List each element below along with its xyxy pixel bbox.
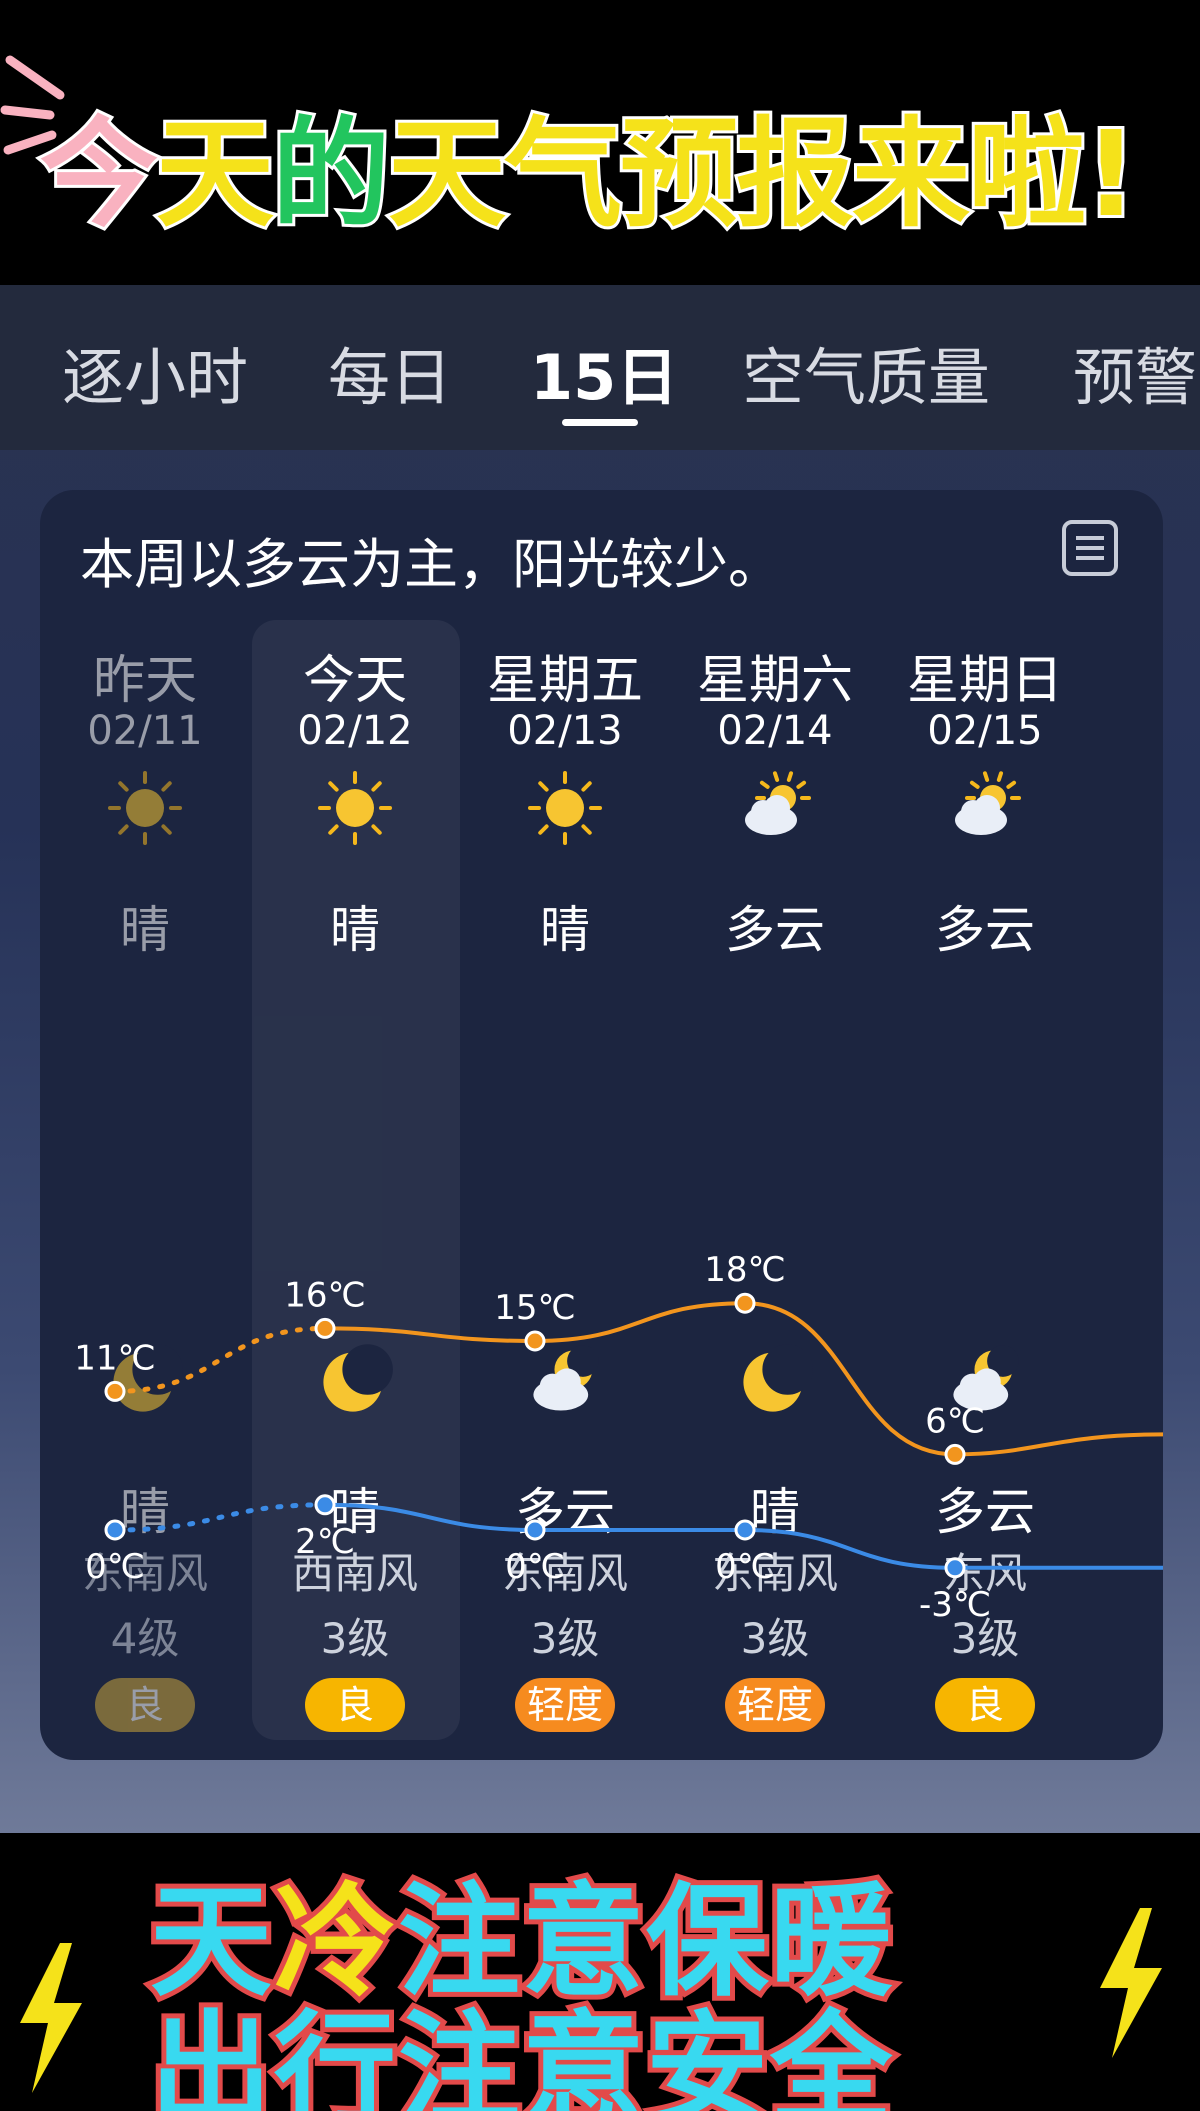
headline-char: ! bbox=[1081, 102, 1141, 246]
headline-char: 啦 bbox=[965, 102, 1089, 246]
high-temp-label: 6℃ bbox=[925, 1401, 985, 1441]
high-temp-point bbox=[734, 1292, 756, 1314]
slogan-char: 安 bbox=[641, 1994, 773, 2111]
tab-bar: 逐小时 每日 15日 空气质量 预警 bbox=[0, 285, 1200, 450]
headline-char: 天 bbox=[153, 102, 277, 246]
high-temp-label: 18℃ bbox=[704, 1250, 785, 1290]
high-temp-point bbox=[314, 1317, 336, 1339]
headline-char: 报 bbox=[733, 102, 857, 246]
headline-char: 预 bbox=[617, 102, 741, 246]
weather-screen: 逐小时 每日 15日 空气质量 预警 本周以多云为主，阳光较少。 昨天 02/11… bbox=[0, 285, 1200, 1833]
low-temp-label: -3℃ bbox=[919, 1585, 991, 1625]
headline-char: 来 bbox=[849, 102, 973, 246]
high-temp-point bbox=[524, 1330, 546, 1352]
tab-underline bbox=[562, 419, 638, 426]
low-temp-label: 0℃ bbox=[85, 1547, 145, 1587]
low-temp-point bbox=[944, 1557, 966, 1579]
tab-daily[interactable]: 每日 bbox=[328, 327, 452, 417]
tab-air-quality[interactable]: 空气质量 bbox=[742, 327, 990, 417]
top-banner: 今天的天气预报来啦! bbox=[0, 0, 1200, 285]
low-temp-point bbox=[104, 1519, 126, 1541]
lightning-icon bbox=[20, 1943, 82, 2093]
headline-char: 天 bbox=[385, 102, 509, 246]
low-temp-label: 2℃ bbox=[295, 1522, 355, 1562]
low-temp-point bbox=[734, 1519, 756, 1541]
bottom-banner: 天冷注意保暖 出行注意安全 bbox=[0, 1833, 1200, 2111]
high-temp-point bbox=[944, 1443, 966, 1465]
tab-15-day[interactable]: 15日 bbox=[530, 327, 678, 417]
tab-hourly[interactable]: 逐小时 bbox=[62, 327, 248, 417]
low-temp-label: 0℃ bbox=[505, 1547, 565, 1587]
slogan-line-2: 出行注意安全 bbox=[145, 1971, 1100, 2111]
low-temp-point bbox=[524, 1519, 546, 1541]
forecast-card: 本周以多云为主，阳光较少。 昨天 02/11 晴晴东南风 4级良今天 02/12 晴晴西南… bbox=[40, 490, 1163, 1760]
lightning-icon bbox=[1100, 1908, 1162, 2058]
slogan-char: 行 bbox=[269, 1994, 401, 2111]
temperature-chart: 11℃ 16℃ 15℃ 18℃ 6℃ 0℃ 2℃ 0℃ 0℃ -3℃ bbox=[74, 1250, 1163, 1625]
slogan-char: 全 bbox=[765, 1994, 897, 2111]
slogan-char: 意 bbox=[517, 1994, 649, 2111]
slogan-char: 注 bbox=[393, 1994, 525, 2111]
tab-warning[interactable]: 预警 bbox=[1073, 327, 1197, 417]
headline-char: 的 bbox=[269, 102, 393, 246]
headline-char: 气 bbox=[501, 102, 625, 246]
headline-char: 今 bbox=[37, 102, 161, 246]
high-temp-label: 15℃ bbox=[494, 1288, 575, 1328]
slogan-char: 出 bbox=[145, 1994, 277, 2111]
low-temp-point bbox=[314, 1494, 336, 1516]
high-temp-point bbox=[104, 1380, 126, 1402]
headline: 今天的天气预报来啦! bbox=[37, 78, 1190, 278]
high-temp-label: 11℃ bbox=[74, 1338, 155, 1378]
high-temp-label: 16℃ bbox=[284, 1275, 365, 1315]
low-temp-label: 0℃ bbox=[715, 1547, 775, 1587]
